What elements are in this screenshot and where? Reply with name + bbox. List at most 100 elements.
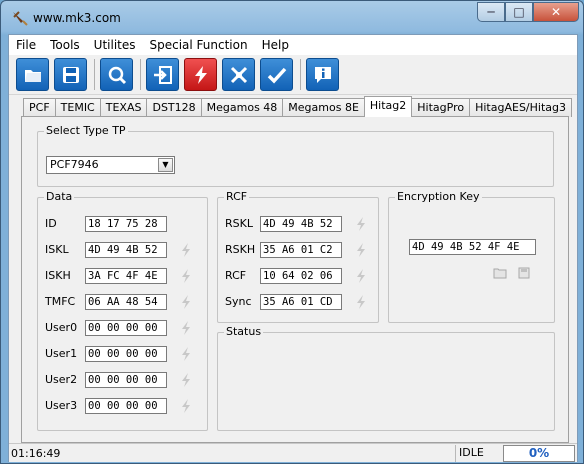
status-state: IDLE — [455, 445, 503, 462]
lightning-icon[interactable] — [354, 294, 368, 310]
save-icon[interactable] — [517, 267, 531, 279]
lightning-icon[interactable] — [179, 242, 193, 258]
lightning-icon[interactable] — [354, 268, 368, 284]
rskl-label: RSKL — [225, 217, 253, 230]
tab-hitagaes-hitag3[interactable]: HitagAES/Hitag3 — [469, 98, 572, 117]
user3-label: User3 — [45, 399, 78, 412]
toolbar-separator — [300, 59, 301, 90]
lightning-icon[interactable] — [354, 242, 368, 258]
tools-button[interactable] — [222, 58, 255, 91]
encryption-key-title: Encryption Key — [395, 190, 482, 203]
data-group-title: Data — [44, 190, 75, 203]
status-bar: 01:16:49 IDLE 0% — [9, 443, 577, 462]
tab-pcf[interactable]: PCF — [23, 98, 56, 117]
id-label: ID — [45, 217, 57, 230]
window-title: www.mk3.com — [33, 11, 121, 25]
menu-help[interactable]: Help — [255, 35, 296, 55]
save-button[interactable] — [54, 58, 87, 91]
menu-utilites[interactable]: Utilites — [87, 35, 143, 55]
iskh-field[interactable]: 3A FC 4F 4E — [85, 268, 167, 284]
type-tp-value: PCF7946 — [50, 158, 99, 171]
user2-field[interactable]: 00 00 00 00 — [85, 372, 167, 388]
menu-special-function[interactable]: Special Function — [143, 35, 255, 55]
rskh-label: RSKH — [225, 243, 256, 256]
progress-indicator: 0% — [503, 445, 575, 462]
tmfc-field[interactable]: 06 AA 48 54 — [85, 294, 167, 310]
maximize-icon: □ — [513, 5, 525, 19]
tab-megamos-8e[interactable]: Megamos 8E — [282, 98, 365, 117]
search-button[interactable] — [100, 58, 133, 91]
status-time: 01:16:49 — [11, 447, 61, 460]
lightning-button[interactable] — [184, 58, 217, 91]
select-type-title: Select Type TP — [44, 124, 128, 137]
tab-dst128[interactable]: DST128 — [146, 98, 202, 117]
rcf-field[interactable]: 10 64 02 06 — [260, 268, 342, 284]
rcf-group-title: RCF — [224, 190, 250, 203]
iskh-label: ISKH — [45, 269, 71, 282]
lightning-icon[interactable] — [179, 398, 193, 414]
lightning-icon[interactable] — [179, 268, 193, 284]
lightning-icon — [194, 65, 207, 84]
sync-label: Sync — [225, 295, 252, 308]
lightning-icon[interactable] — [179, 320, 193, 336]
tools-icon — [230, 66, 247, 83]
sync-field[interactable]: 35 A6 01 CD — [260, 294, 342, 310]
encryption-key-field[interactable]: 4D 49 4B 52 4F 4E — [409, 239, 536, 255]
import-button[interactable] — [146, 58, 179, 91]
folder-icon — [24, 69, 41, 82]
lightning-icon[interactable] — [179, 372, 193, 388]
menu-bar: File Tools Utilites Special Function Hel… — [9, 35, 577, 55]
tab-strip: PCF TEMIC TEXAS DST128 Megamos 48 Megamo… — [23, 96, 572, 117]
app-window: www.mk3.com ─ □ ✕ File Tools Utilites Sp… — [0, 0, 584, 464]
chevron-down-icon[interactable]: ▼ — [158, 158, 173, 172]
data-group: Data ID 18 17 75 28 ISKL 4D 49 4B 52 ISK… — [37, 190, 208, 431]
app-logo-icon — [13, 11, 28, 26]
title-bar[interactable]: www.mk3.com ─ □ ✕ — [1, 1, 583, 34]
lightning-icon[interactable] — [179, 346, 193, 362]
open-button[interactable] — [16, 58, 49, 91]
lightning-icon[interactable] — [179, 294, 193, 310]
maximize-button[interactable]: □ — [505, 2, 533, 22]
rcf-group: RCF RSKL 4D 49 4B 52 RSKH 35 A6 01 C2 RC… — [217, 190, 379, 323]
rskh-field[interactable]: 35 A6 01 C2 — [260, 242, 342, 258]
user3-field[interactable]: 00 00 00 00 — [85, 398, 167, 414]
folder-icon[interactable] — [493, 267, 507, 279]
status-group: Status — [217, 325, 555, 431]
select-type-group: Select Type TP PCF7946 ▼ — [37, 124, 554, 187]
user2-label: User2 — [45, 373, 78, 386]
menu-tools[interactable]: Tools — [43, 35, 87, 55]
menu-file[interactable]: File — [9, 35, 43, 55]
client-area: File Tools Utilites Special Function Hel… — [8, 34, 578, 462]
info-icon — [314, 66, 331, 83]
user0-field[interactable]: 00 00 00 00 — [85, 320, 167, 336]
lightning-icon[interactable] — [354, 216, 368, 232]
type-tp-select[interactable]: PCF7946 ▼ — [46, 156, 175, 174]
user1-field[interactable]: 00 00 00 00 — [85, 346, 167, 362]
toolbar-separator — [94, 59, 95, 90]
encryption-key-group: Encryption Key 4D 49 4B 52 4F 4E — [388, 190, 555, 323]
iskl-label: ISKL — [45, 243, 69, 256]
search-icon — [108, 66, 126, 84]
tab-temic[interactable]: TEMIC — [54, 98, 101, 117]
rcf-label: RCF — [225, 269, 247, 282]
info-button[interactable] — [306, 58, 339, 91]
save-icon — [62, 66, 79, 83]
minimize-button[interactable]: ─ — [477, 2, 505, 22]
user0-label: User0 — [45, 321, 78, 334]
tmfc-label: TMFC — [45, 295, 76, 308]
import-icon — [153, 65, 172, 84]
tab-megamos-48[interactable]: Megamos 48 — [200, 98, 284, 117]
user1-label: User1 — [45, 347, 78, 360]
id-field[interactable]: 18 17 75 28 — [85, 216, 167, 232]
rskl-field[interactable]: 4D 49 4B 52 — [260, 216, 342, 232]
check-button[interactable] — [260, 58, 293, 91]
toolbar — [9, 55, 577, 95]
tab-texas[interactable]: TEXAS — [99, 98, 148, 117]
close-button[interactable]: ✕ — [533, 2, 579, 22]
tab-hitag2[interactable]: Hitag2 — [363, 96, 413, 117]
toolbar-separator — [140, 59, 141, 90]
hitag2-panel: Select Type TP PCF7946 ▼ Data ID 18 17 7… — [21, 116, 569, 443]
iskl-field[interactable]: 4D 49 4B 52 — [85, 242, 167, 258]
tab-hitagpro[interactable]: HitagPro — [411, 98, 471, 117]
check-icon — [267, 67, 286, 84]
